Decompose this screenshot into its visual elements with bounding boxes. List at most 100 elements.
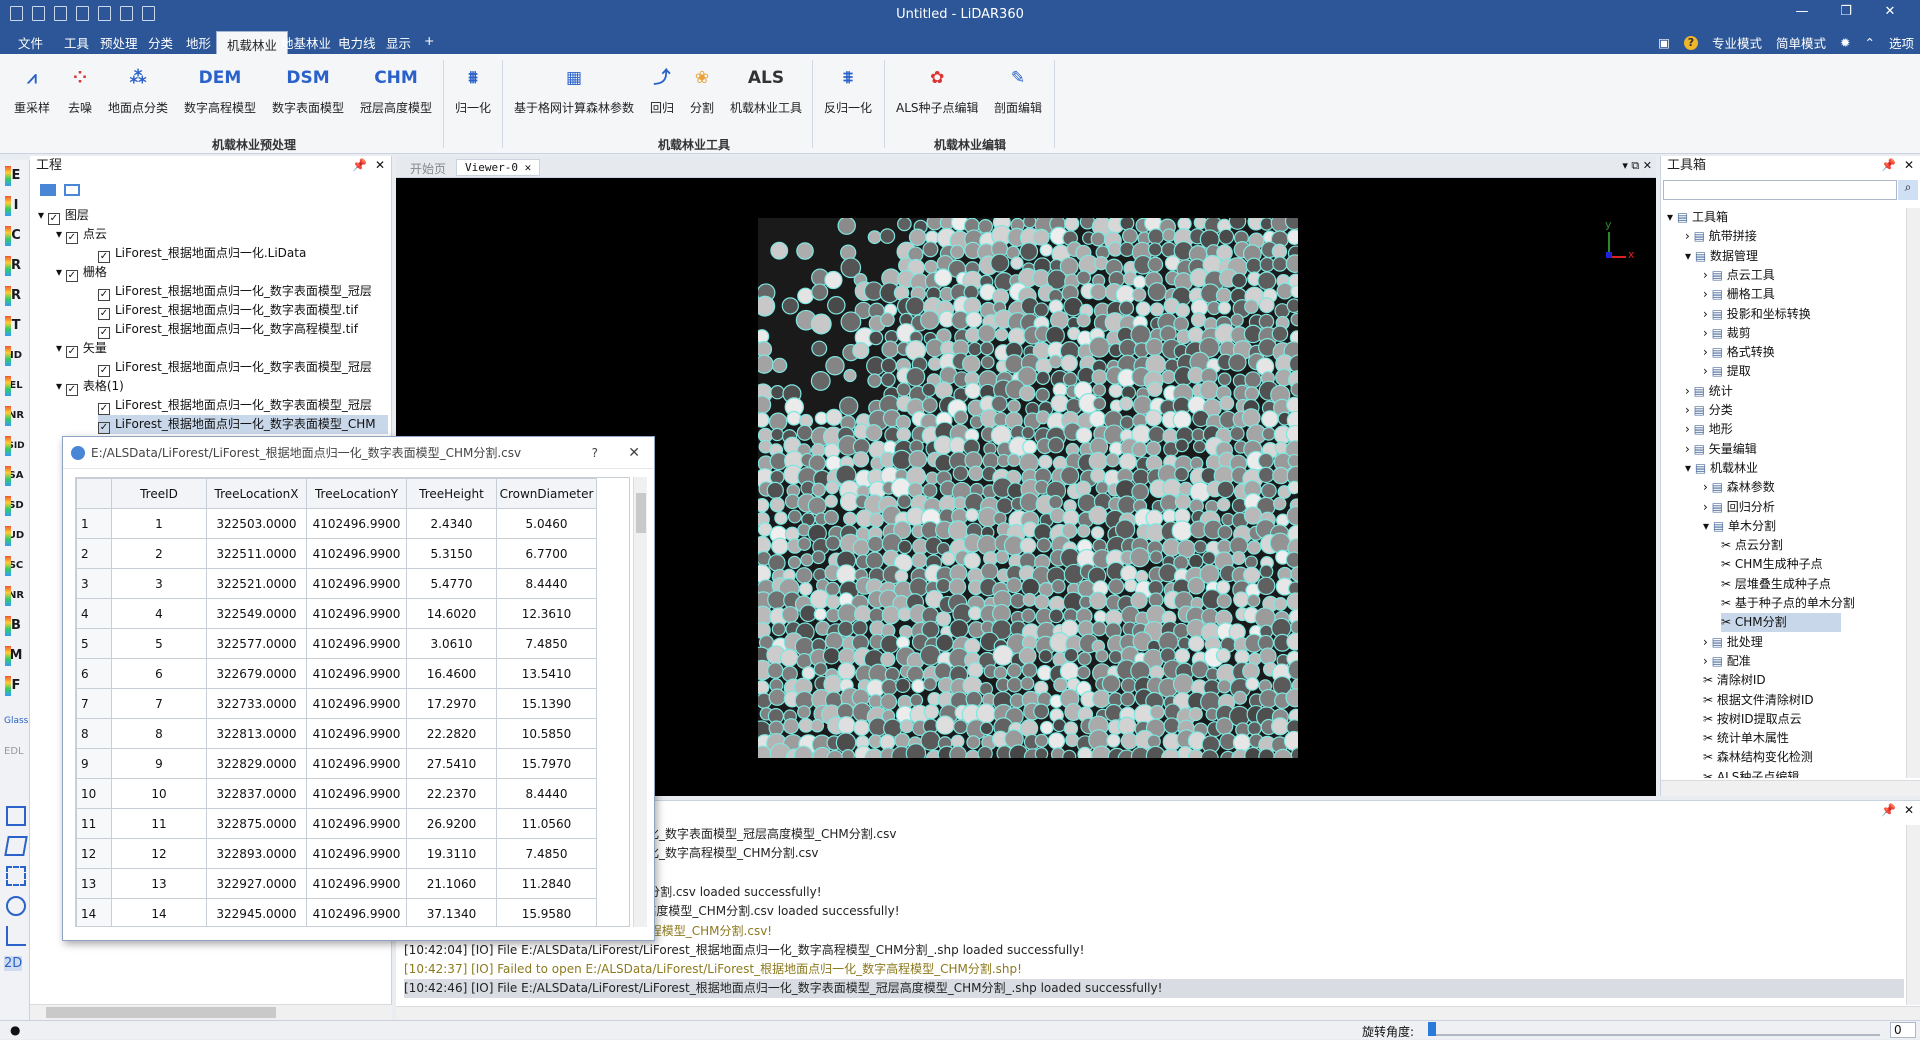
toolbox-item[interactable]: › ▤ 航带拼接 xyxy=(1685,227,1757,246)
tree-table[interactable]: ▾ ✓ 表格(1) xyxy=(56,377,124,396)
sa-tool[interactable]: SA xyxy=(4,464,28,488)
tab-tools[interactable]: 工具 xyxy=(64,33,89,52)
row-header[interactable]: 12 xyxy=(76,838,112,869)
nr-tool[interactable]: NR xyxy=(4,404,28,428)
table-row[interactable]: 5 5 322577.0000 4102496.9900 3.0610 7.4850 xyxy=(76,628,597,659)
tree-item[interactable]: ✓ LiForest_根据地面点归一化_数字高程模型.tif xyxy=(98,320,358,339)
tab-start-page[interactable]: 开始页 xyxy=(402,159,454,178)
toolbox-item[interactable]: ✂ CHM生成种子点 xyxy=(1721,555,1823,574)
pin-icon[interactable]: 📌 xyxy=(352,158,367,172)
id-tool[interactable]: ID xyxy=(4,344,28,368)
table-cell[interactable]: 322521.0000 xyxy=(206,568,307,599)
column-header[interactable]: TreeHeight xyxy=(406,478,497,509)
settings-icon[interactable]: ✹ xyxy=(1840,35,1850,50)
fit-view-icon[interactable] xyxy=(6,866,26,886)
als-tools-button[interactable]: ALS 机载林业工具 xyxy=(730,62,802,116)
edl-tool[interactable]: EDL xyxy=(4,746,24,757)
table-row[interactable]: 4 4 322549.0000 4102496.9900 14.6020 12.3610 xyxy=(76,598,597,629)
b-tool[interactable]: B xyxy=(4,614,28,638)
column-header[interactable]: TreeLocationY xyxy=(306,478,407,509)
toolbox-item[interactable]: › ▤ 点云工具 xyxy=(1703,266,1775,285)
simple-mode-button[interactable]: 简单模式 xyxy=(1776,33,1826,52)
table-cell[interactable]: 2.4340 xyxy=(406,508,497,539)
table-cell[interactable]: 322893.0000 xyxy=(206,838,307,869)
toolbox-item[interactable]: ▾ ▤ 机载林业 xyxy=(1685,459,1758,478)
table-row[interactable]: 1 1 322503.0000 4102496.9900 2.4340 5.0460 xyxy=(76,508,597,539)
table-cell[interactable]: 5 xyxy=(111,628,207,659)
toolbox-item[interactable]: ▾ ▤ 工具箱 xyxy=(1667,208,1728,227)
row-header[interactable]: 7 xyxy=(76,688,112,719)
table-cell[interactable]: 7 xyxy=(111,688,207,719)
minimize-button[interactable]: — xyxy=(1780,4,1824,19)
chm-button[interactable]: CHM 冠层高度模型 xyxy=(360,62,432,116)
options-button[interactable]: 选项 xyxy=(1889,33,1914,52)
table-cell[interactable]: 4 xyxy=(111,598,207,629)
axis-icon[interactable] xyxy=(6,926,26,946)
rotate-icon[interactable] xyxy=(6,896,26,916)
table-row[interactable]: 2 2 322511.0000 4102496.9900 5.3150 6.7700 xyxy=(76,538,597,569)
toolbox-item[interactable]: ✂ 统计单木属性 xyxy=(1703,729,1789,748)
resample-button[interactable]: ⩘ 重采样 xyxy=(14,62,50,116)
table-cell[interactable]: 4102496.9900 xyxy=(306,508,407,539)
row-header[interactable]: 10 xyxy=(76,778,112,809)
table-cell[interactable]: 4102496.9900 xyxy=(306,658,407,689)
row-header[interactable]: 5 xyxy=(76,628,112,659)
table-cell[interactable]: 322945.0000 xyxy=(206,898,307,926)
table-cell[interactable]: 7.4850 xyxy=(496,838,597,869)
table-row[interactable]: 10 10 322837.0000 4102496.9900 22.2370 8.4440 xyxy=(76,778,597,809)
tab-viewer-0[interactable]: Viewer-0 ✕ xyxy=(456,159,541,176)
toolbox-item[interactable]: ✂ 点云分割 xyxy=(1721,536,1783,555)
row-header[interactable]: 3 xyxy=(76,568,112,599)
table-cell[interactable]: 26.9200 xyxy=(406,808,497,839)
table-cell[interactable]: 13.5410 xyxy=(496,658,597,689)
tree-item-selected[interactable]: ✓ LiForest_根据地面点归一化_数字表面模型_CHM xyxy=(98,415,388,434)
table-cell[interactable]: 8 xyxy=(111,718,207,749)
pin-icon[interactable]: 📌 xyxy=(1881,803,1896,817)
table-row[interactable]: 12 12 322893.0000 4102496.9900 19.3110 7.4850 xyxy=(76,838,597,869)
table-cell[interactable]: 16.4600 xyxy=(406,658,497,689)
toolbox-item[interactable]: ✂ 根据文件清除树ID xyxy=(1703,691,1814,710)
restore-button[interactable]: ❐ xyxy=(1824,4,1868,19)
close-icon[interactable]: ✕ xyxy=(1904,158,1914,172)
denormalize-button[interactable]: ⩨ 反归一化 xyxy=(824,62,872,116)
table-cell[interactable]: 4102496.9900 xyxy=(306,568,407,599)
table-row[interactable]: 7 7 322733.0000 4102496.9900 17.2970 15.1390 xyxy=(76,688,597,719)
rotation-value[interactable]: 0 xyxy=(1890,1022,1916,1038)
table-cell[interactable]: 4102496.9900 xyxy=(306,778,407,809)
tree-pointcloud[interactable]: ▾ ✓ 点云 xyxy=(56,225,107,244)
toolbox-item[interactable]: ✂ CHM分割 xyxy=(1721,613,1841,633)
elevation-tool[interactable]: E xyxy=(4,164,28,188)
tab-preprocess[interactable]: 预处理 xyxy=(100,33,138,52)
toolbox-item[interactable]: ✂ 基于种子点的单木分割 xyxy=(1721,594,1855,613)
tab-terrain[interactable]: 地形 xyxy=(186,33,211,52)
table-cell[interactable]: 1 xyxy=(111,508,207,539)
table-cell[interactable]: 11.0560 xyxy=(496,808,597,839)
tab-display[interactable]: 显示 xyxy=(386,33,411,52)
table-cell[interactable]: 322679.0000 xyxy=(206,658,307,689)
table-row[interactable]: 11 11 322875.0000 4102496.9900 26.9200 11.056… xyxy=(76,808,597,839)
dem-button[interactable]: DEM 数字高程模型 xyxy=(184,62,256,116)
row-header[interactable]: 13 xyxy=(76,868,112,899)
tab-file[interactable]: 文件 xyxy=(18,33,43,52)
toolbox-item[interactable]: ✂ 清除树ID xyxy=(1703,671,1766,690)
table-cell[interactable]: 14 xyxy=(111,898,207,926)
table-row[interactable]: 9 9 322829.0000 4102496.9900 27.5410 15.7970 xyxy=(76,748,597,779)
table-cell[interactable]: 322549.0000 xyxy=(206,598,307,629)
table-cell[interactable]: 4102496.9900 xyxy=(306,688,407,719)
rotation-slider[interactable] xyxy=(1428,1022,1880,1036)
collapse-ribbon-icon[interactable]: ⌃ xyxy=(1865,35,1875,50)
als-seed-edit-button[interactable]: ✿ ALS种子点编辑 xyxy=(896,62,979,116)
window-icon[interactable]: ▣ xyxy=(1658,35,1670,50)
table-cell[interactable]: 6.7700 xyxy=(496,538,597,569)
toolbox-item[interactable]: › ▤ 投影和坐标转换 xyxy=(1703,305,1811,324)
toolbox-item[interactable]: › ▤ 提取 xyxy=(1703,362,1751,381)
toolbox-item[interactable]: › ▤ 森林参数 xyxy=(1703,478,1775,497)
table-cell[interactable]: 7.4850 xyxy=(496,628,597,659)
toolbox-item[interactable]: ✂ 森林结构变化检测 xyxy=(1703,748,1813,767)
denoise-button[interactable]: ⁘ 去噪 xyxy=(68,62,92,116)
table-cell[interactable]: 4102496.9900 xyxy=(306,898,407,926)
horizontal-scrollbar[interactable] xyxy=(30,1004,392,1020)
toolbox-item[interactable]: ✂ ALS种子点编辑 xyxy=(1703,768,1799,778)
pro-mode-button[interactable]: 专业模式 xyxy=(1712,33,1762,52)
grid-forest-params-button[interactable]: ▦ 基于格网计算森林参数 xyxy=(514,62,634,116)
